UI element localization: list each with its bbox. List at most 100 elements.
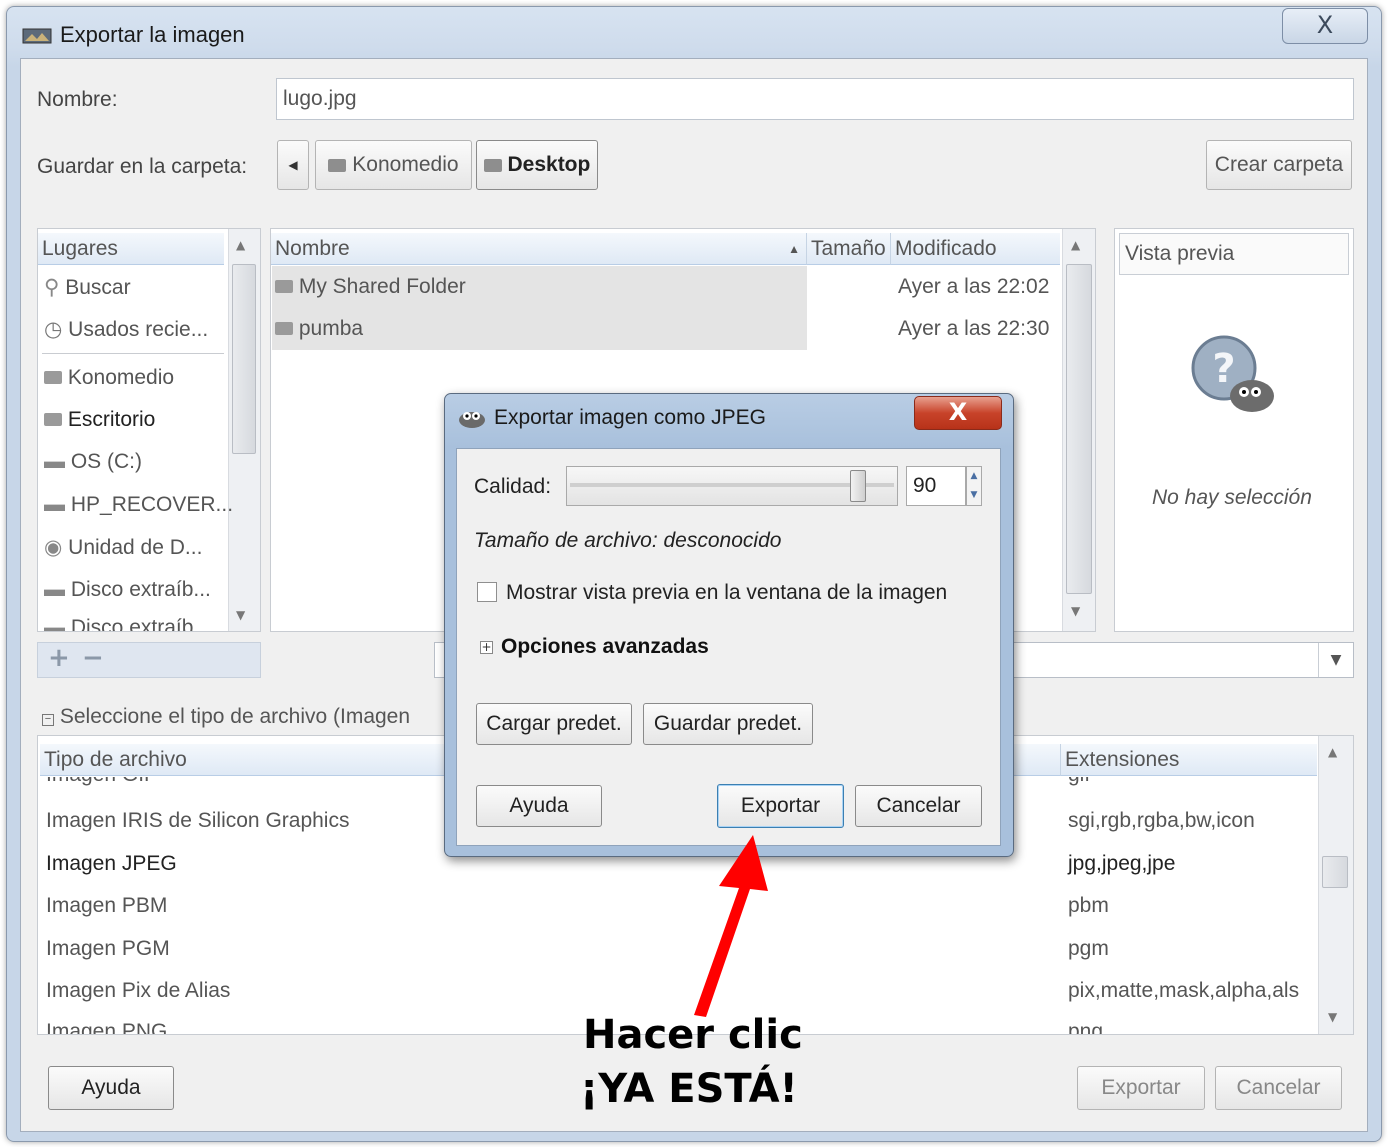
places-header[interactable]: Lugares	[38, 233, 224, 265]
filetype-row-pbm[interactable]: Imagen PBM	[46, 894, 167, 918]
filetype-row-png[interactable]: Imagen PNG	[46, 1020, 167, 1034]
column-extensions-header[interactable]: Extensiones	[1060, 744, 1317, 776]
filetype-ext: sgi,rgb,rgba,bw,icon	[1068, 809, 1255, 832]
places-scroll-thumb[interactable]	[232, 264, 256, 454]
drive-icon: ▬	[44, 450, 65, 473]
create-folder-button[interactable]: Crear carpeta	[1206, 140, 1352, 190]
filetype-row-iris[interactable]: Imagen IRIS de Silicon Graphics	[46, 809, 349, 833]
scroll-up-icon[interactable]: ▲	[236, 238, 245, 252]
filetype-ext: pbm	[1068, 894, 1109, 917]
show-preview-label[interactable]: Mostrar vista previa en la ventana de la…	[506, 581, 947, 605]
dialog-export-button[interactable]: Exportar	[717, 784, 844, 828]
file-name: pumba	[298, 317, 364, 340]
gimp-wilber-icon	[459, 412, 485, 428]
column-modified-header[interactable]: Modificado	[890, 233, 1060, 265]
places-item-os[interactable]: ▬ OS (C:)	[44, 450, 142, 474]
folder-icon	[44, 413, 62, 426]
collapse-icon: −	[42, 714, 54, 726]
filename-input[interactable]: lugo.jpg	[276, 78, 1354, 120]
column-name-header[interactable]: Nombre ▲	[271, 233, 806, 265]
column-size-header[interactable]: Tamaño	[806, 233, 890, 265]
filetype-row-jpeg[interactable]: Imagen JPEG	[46, 852, 177, 876]
places-item-removable-2[interactable]: ▬ Disco extraíb...	[44, 616, 211, 631]
places-item-konomedio[interactable]: Konomedio	[44, 366, 174, 390]
files-scroll-thumb[interactable]	[1066, 264, 1092, 594]
path-back-button[interactable]: ◀	[277, 140, 309, 190]
scroll-down-icon[interactable]: ▼	[1071, 604, 1080, 618]
file-row-my-shared-folder[interactable]: My Shared Folder	[275, 275, 466, 299]
window-close-button[interactable]: X	[1282, 8, 1368, 44]
folder-icon	[275, 280, 293, 293]
file-name: My Shared Folder	[298, 275, 466, 298]
sort-ascending-icon: ▲	[788, 242, 800, 256]
search-icon: ⚲	[44, 276, 60, 299]
file-row-pumba[interactable]: pumba	[275, 317, 363, 341]
places-item-escritorio[interactable]: Escritorio	[44, 408, 155, 432]
preview-header: Vista previa	[1119, 233, 1349, 275]
close-icon: X	[948, 398, 968, 426]
scroll-down-icon[interactable]: ▼	[1328, 1010, 1337, 1024]
svg-text:?: ?	[1212, 346, 1235, 392]
disc-icon: ◉	[44, 536, 63, 559]
filetype-row-gif[interactable]: Imagen GIF	[46, 777, 157, 787]
folder-icon	[483, 159, 502, 172]
folder-icon	[328, 159, 347, 172]
show-preview-checkbox[interactable]	[477, 582, 497, 602]
red-arrow-annotation	[694, 835, 768, 1017]
remove-bookmark-icon[interactable]: −	[82, 643, 104, 673]
filetype-row-pix[interactable]: Imagen Pix de Alias	[46, 979, 230, 1003]
places-item-label: HP_RECOVER...	[70, 493, 234, 516]
filetype-row-pgm[interactable]: Imagen PGM	[46, 937, 170, 961]
drive-icon: ▬	[44, 578, 65, 601]
folder-icon	[44, 371, 62, 384]
dialog-help-button[interactable]: Ayuda	[476, 785, 602, 827]
preview-pane	[1114, 228, 1354, 632]
advanced-options-expander[interactable]: Opciones avanzadas	[501, 635, 709, 659]
dialog-close-button[interactable]: X	[914, 396, 1002, 430]
filetype-expander[interactable]: − Seleccione el tipo de archivo (Imagen	[42, 705, 410, 729]
places-item-label: Konomedio	[67, 366, 175, 389]
quality-spin-buttons[interactable]: ▲ ▼	[966, 466, 982, 506]
places-item-label: Disco extraíb...	[70, 616, 211, 631]
places-item-hp-recovery[interactable]: ▬ HP_RECOVER...	[44, 493, 233, 517]
export-button[interactable]: Exportar	[1077, 1066, 1205, 1110]
breadcrumb-desktop[interactable]: Desktop	[476, 140, 598, 190]
chevron-left-icon: ◀	[288, 158, 298, 172]
help-button[interactable]: Ayuda	[48, 1066, 174, 1110]
places-clip: ▬ Disco extraíb...	[39, 612, 227, 631]
scroll-up-icon[interactable]: ▲	[1071, 238, 1080, 252]
load-defaults-button[interactable]: Cargar predet.	[476, 703, 632, 745]
scroll-down-icon[interactable]: ▼	[236, 608, 245, 622]
save-defaults-button[interactable]: Guardar predet.	[643, 703, 813, 745]
quality-spin-input[interactable]: 90	[906, 466, 966, 506]
cancel-button[interactable]: Cancelar	[1215, 1066, 1342, 1110]
places-toolbar	[37, 642, 261, 678]
breadcrumb-konomedio[interactable]: Konomedio	[315, 140, 472, 190]
quality-label: Calidad:	[474, 475, 552, 498]
annotation-line-1: Hacer clic	[583, 1012, 803, 1058]
places-item-buscar[interactable]: ⚲ Buscar	[44, 275, 131, 300]
quality-slider-thumb[interactable]	[849, 470, 866, 502]
places-item-label: Usados recie...	[68, 318, 209, 341]
dialog-cancel-button[interactable]: Cancelar	[855, 785, 982, 827]
file-modified: Ayer a las 22:30	[898, 317, 1050, 340]
file-modified: Ayer a las 22:02	[898, 275, 1050, 298]
places-item-removable-1[interactable]: ▬ Disco extraíb...	[44, 578, 211, 602]
file-size-text: Tamaño de archivo: desconocido	[474, 529, 782, 552]
filetype-scroll-thumb[interactable]	[1322, 856, 1348, 888]
places-item-recent[interactable]: ◷ Usados recie...	[44, 317, 208, 342]
dialog-title: Exportar imagen como JPEG	[494, 406, 766, 429]
spin-up-icon[interactable]: ▲	[967, 467, 981, 486]
places-item-label: Buscar	[65, 276, 131, 299]
places-item-optical[interactable]: ◉ Unidad de D...	[44, 535, 202, 560]
add-bookmark-icon[interactable]: +	[48, 643, 70, 673]
scroll-up-icon[interactable]: ▲	[1328, 745, 1337, 759]
spin-down-icon[interactable]: ▼	[967, 486, 981, 505]
drive-icon: ▬	[44, 493, 65, 516]
chevron-down-icon[interactable]: ▼	[1318, 643, 1353, 677]
places-divider	[42, 353, 224, 354]
expand-icon[interactable]: +	[480, 641, 493, 654]
places-item-label: Disco extraíb...	[70, 578, 211, 601]
window-title: Exportar la imagen	[60, 22, 245, 47]
unknown-image-icon: ?	[1191, 335, 1274, 412]
